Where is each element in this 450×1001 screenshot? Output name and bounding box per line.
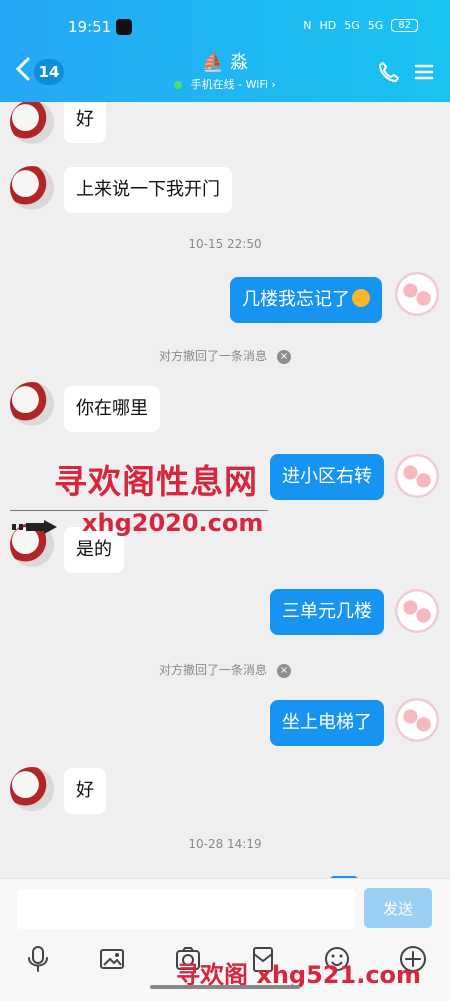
signal-two-icon: 5G xyxy=(367,19,384,32)
message-row: 上来说一下我开门 xyxy=(0,166,450,216)
home-indicator[interactable] xyxy=(150,985,300,989)
message-timestamp: 10-15 22:50 xyxy=(188,237,262,251)
contact-avatar[interactable] xyxy=(10,166,54,210)
message-input[interactable] xyxy=(17,889,355,929)
message-bubble[interactable]: 你在哪里 xyxy=(64,386,160,432)
phone-icon[interactable] xyxy=(377,60,401,84)
back-chevron-icon[interactable] xyxy=(14,57,32,81)
watermark-url-top: xhg2020.com xyxy=(82,509,264,537)
close-icon[interactable]: × xyxy=(277,663,291,678)
message-row: 你在哪里 xyxy=(0,382,450,432)
contact-avatar[interactable] xyxy=(10,767,54,811)
send-button[interactable]: 发送 xyxy=(364,888,432,928)
unread-count-badge[interactable]: 14 xyxy=(34,59,64,85)
watermark-arrow-icon xyxy=(12,520,57,534)
message-bubble[interactable]: 三单元几楼 xyxy=(270,589,384,635)
message-bubble[interactable]: 进小区右转 xyxy=(270,454,384,500)
message-timestamp: 10-28 14:19 xyxy=(188,837,262,851)
my-avatar[interactable] xyxy=(395,272,439,316)
message-bubble[interactable]: 好 xyxy=(64,768,106,814)
sailboat-icon: ⛵ xyxy=(201,52,225,73)
nfc-icon: N xyxy=(303,19,312,32)
message-bubble[interactable]: 上来说一下我开门 xyxy=(64,167,232,213)
menu-icon[interactable] xyxy=(413,61,435,83)
online-status-row: 手机在线 - WiFi › xyxy=(140,77,310,93)
status-icons: N HD 5G 5G 82 xyxy=(303,19,418,32)
my-avatar[interactable] xyxy=(395,698,439,742)
tiktok-icon xyxy=(116,19,132,35)
microphone-icon[interactable] xyxy=(22,943,54,975)
message-row: 三单元几楼 xyxy=(0,589,450,641)
contact-avatar[interactable] xyxy=(10,102,54,144)
chat-header: 19:51 N HD 5G 5G 82 14 ⛵ 淼 手机在线 - WiFi › xyxy=(0,0,450,102)
signal-one-icon: 5G xyxy=(344,19,360,32)
recalled-message-text: 对方撤回了一条消息 xyxy=(158,663,267,677)
message-row: 好 xyxy=(0,102,450,147)
contact-title-area[interactable]: ⛵ 淼 手机在线 - WiFi › xyxy=(140,52,310,93)
message-row: 坐上电梯了 xyxy=(0,698,450,750)
contact-avatar[interactable] xyxy=(10,382,54,426)
message-text: 几楼我忘记了 xyxy=(242,289,350,310)
online-dot-icon xyxy=(174,81,183,89)
watermark-chinese-text: 寻欢阁性息网 xyxy=(54,462,258,501)
close-icon[interactable]: × xyxy=(277,349,291,364)
status-time: 19:51 xyxy=(68,18,112,36)
my-avatar[interactable] xyxy=(395,589,439,633)
image-icon[interactable] xyxy=(96,943,128,975)
recalled-message-text: 对方撤回了一条消息 xyxy=(158,349,267,363)
message-row: 几楼我忘记了 xyxy=(0,272,450,324)
message-bubble[interactable]: 好 xyxy=(64,102,106,143)
message-row: 好 xyxy=(0,767,450,817)
contact-name-row: ⛵ 淼 xyxy=(140,52,310,74)
message-bubble[interactable]: 几楼我忘记了 xyxy=(230,277,382,323)
message-bubble[interactable]: 坐上电梯了 xyxy=(270,700,384,746)
my-avatar[interactable] xyxy=(395,454,439,498)
hd-icon: HD xyxy=(319,19,337,32)
recalled-message-notice: 对方撤回了一条消息 × xyxy=(0,661,450,678)
status-bar: 19:51 N HD 5G 5G 82 xyxy=(0,14,450,42)
laughing-emoji-icon xyxy=(352,289,370,307)
battery-indicator: 82 xyxy=(391,19,418,32)
contact-name: 淼 xyxy=(230,52,249,73)
recalled-message-notice: 对方撤回了一条消息 × xyxy=(0,347,450,364)
online-status-text: 手机在线 - WiFi › xyxy=(190,78,276,91)
